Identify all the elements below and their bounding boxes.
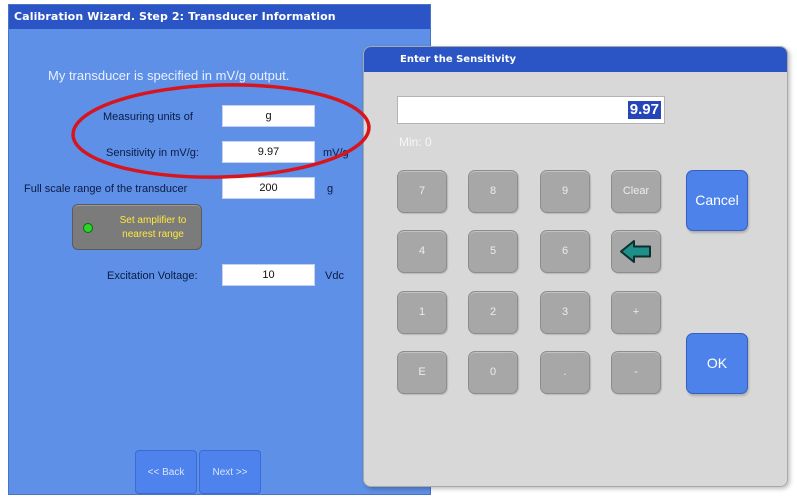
set-amplifier-button[interactable]: Set amplifier to nearest range <box>72 204 202 250</box>
sensitivity-field[interactable]: 9.97 <box>222 141 315 163</box>
key-5[interactable]: 5 <box>468 230 518 273</box>
keypad-dialog-title: Enter the Sensitivity <box>364 47 787 72</box>
full-scale-label: Full scale range of the transducer <box>24 183 188 195</box>
minus-key[interactable]: - <box>611 351 661 394</box>
measuring-units-label: Measuring units of <box>103 111 193 123</box>
ok-button[interactable]: OK <box>686 333 748 394</box>
key-6[interactable]: 6 <box>540 230 590 273</box>
excitation-voltage-field[interactable]: 10 <box>222 264 315 286</box>
wizard-title-bar: Calibration Wizard. Step 2: Transducer I… <box>9 5 430 29</box>
cancel-button[interactable]: Cancel <box>686 170 748 231</box>
key-2[interactable]: 2 <box>468 291 518 334</box>
key-0[interactable]: 0 <box>468 351 518 394</box>
exponent-key[interactable]: E <box>397 351 447 394</box>
set-amplifier-label: Set amplifier to nearest range <box>107 214 199 242</box>
next-button[interactable]: Next >> <box>199 450 261 494</box>
back-button[interactable]: << Back <box>135 450 197 494</box>
measuring-units-field[interactable]: g <box>222 105 315 127</box>
green-led-icon <box>83 223 93 233</box>
backspace-key[interactable] <box>611 230 661 273</box>
key-9[interactable]: 9 <box>540 170 590 213</box>
transducer-spec-heading: My transducer is specified in mV/g outpu… <box>48 68 290 83</box>
key-8[interactable]: 8 <box>468 170 518 213</box>
full-scale-unit: g <box>327 183 334 195</box>
keypad-value-display[interactable]: 9.97 <box>397 96 665 124</box>
full-scale-field[interactable]: 200 <box>222 177 315 199</box>
plus-key[interactable]: + <box>611 291 661 334</box>
min-value-label: Min: 0 <box>399 135 432 149</box>
keypad-display-value: 9.97 <box>627 101 661 119</box>
decimal-point-key[interactable]: . <box>540 351 590 394</box>
set-amplifier-label-line2: nearest range <box>122 229 184 240</box>
set-amplifier-label-line1: Set amplifier to <box>119 215 187 226</box>
excitation-voltage-unit: Vdc <box>325 270 344 282</box>
backspace-arrow-icon <box>620 240 651 263</box>
key-7[interactable]: 7 <box>397 170 447 213</box>
excitation-voltage-label: Excitation Voltage: <box>107 270 198 282</box>
key-3[interactable]: 3 <box>540 291 590 334</box>
key-4[interactable]: 4 <box>397 230 447 273</box>
sensitivity-unit: mV/g <box>323 147 349 159</box>
clear-key[interactable]: Clear <box>611 170 661 213</box>
key-1[interactable]: 1 <box>397 291 447 334</box>
sensitivity-label: Sensitivity in mV/g: <box>106 147 199 159</box>
